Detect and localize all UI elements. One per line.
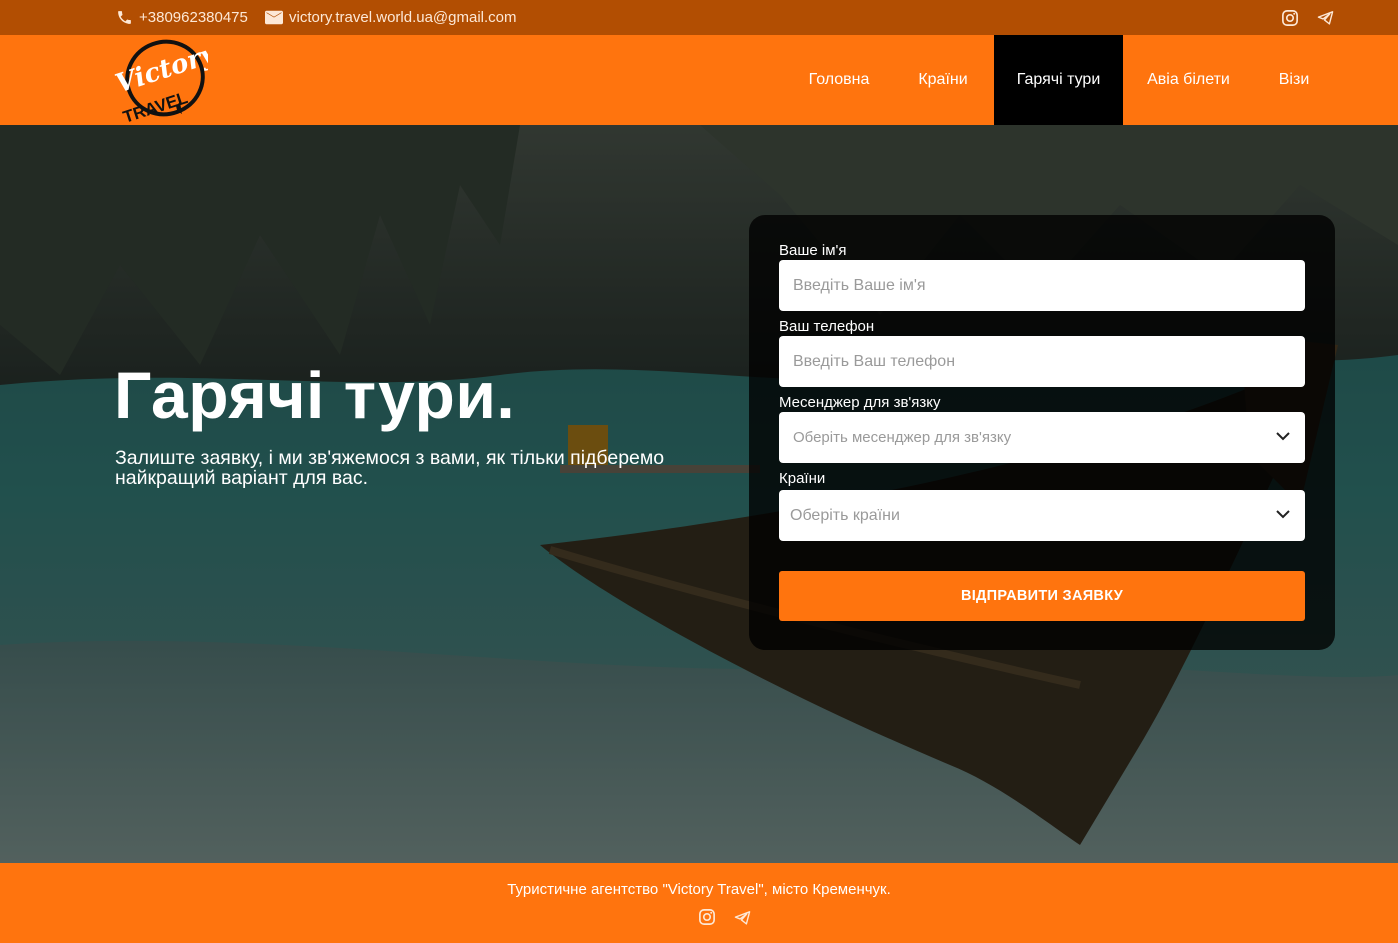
topbar-telegram-link[interactable] [1317, 0, 1334, 35]
phone-placeholder: Введіть Ваш телефон [793, 352, 956, 370]
chevron-down-icon [1276, 432, 1290, 441]
phone-input[interactable]: Введіть Ваш телефон [779, 336, 1305, 387]
nav-countries[interactable]: Країни [892, 35, 994, 125]
footer-telegram-link[interactable] [734, 910, 751, 930]
email-contact[interactable]: victory.travel.world.ua@gmail.com [265, 0, 517, 35]
messenger-placeholder: Оберіть месенджер для зв'язку [793, 429, 1012, 446]
footer: Туристичне агентство "Victory Travel", м… [0, 863, 1398, 943]
countries-placeholder: Оберіть країни [790, 506, 900, 524]
countries-label: Країни [779, 470, 826, 487]
mail-icon [265, 10, 283, 25]
telegram-icon [1317, 11, 1334, 25]
email-address: victory.travel.world.ua@gmail.com [289, 9, 517, 26]
phone-contact[interactable]: +380962380475 [116, 0, 248, 35]
phone-icon [118, 11, 131, 24]
nav-avia-tickets[interactable]: Авіа білети [1123, 35, 1254, 125]
nav-hot-tours[interactable]: Гарячі тури [994, 35, 1123, 125]
telegram-icon [734, 911, 751, 925]
topbar-instagram-link[interactable] [1281, 0, 1299, 35]
messenger-select[interactable]: Оберіть месенджер для зв'язку [779, 412, 1305, 463]
footer-instagram-link[interactable] [698, 908, 716, 931]
nav-home[interactable]: Головна [786, 35, 892, 125]
instagram-icon [699, 909, 715, 925]
footer-text: Туристичне агентство "Victory Travel", м… [507, 881, 891, 898]
messenger-label: Месенджер для зв'язку [779, 394, 941, 411]
nav-visa[interactable]: Візи [1254, 35, 1334, 125]
name-placeholder: Введіть Ваше ім'я [793, 276, 926, 294]
logo-script: Victory [112, 38, 208, 99]
hero-subtitle: Залиште заявку, і ми зв'яжемося з вами, … [115, 447, 665, 489]
hero-section: Гарячі тури. Залиште заявку, і ми зв'яже… [0, 125, 1398, 863]
instagram-icon [1282, 9, 1298, 26]
hero-title: Гарячі тури. [114, 358, 516, 432]
phone-number: +380962380475 [139, 9, 248, 26]
countries-select[interactable]: Оберіть країни [779, 490, 1305, 541]
main-header: Victory TRAVEL Головна Країни Гарячі тур… [0, 35, 1398, 127]
logo[interactable]: Victory TRAVEL [112, 38, 222, 126]
submit-button[interactable]: ВІДПРАВИТИ ЗАЯВКУ [779, 571, 1305, 621]
name-input[interactable]: Введіть Ваше ім'я [779, 260, 1305, 311]
request-form: Ваше ім'я Введіть Ваше ім'я Ваш телефон … [749, 215, 1335, 650]
chevron-down-icon [1276, 510, 1290, 519]
top-bar: +380962380475 victory.travel.world.ua@gm… [0, 0, 1398, 35]
phone-label: Ваш телефон [779, 318, 875, 335]
name-label: Ваше ім'я [779, 242, 847, 259]
